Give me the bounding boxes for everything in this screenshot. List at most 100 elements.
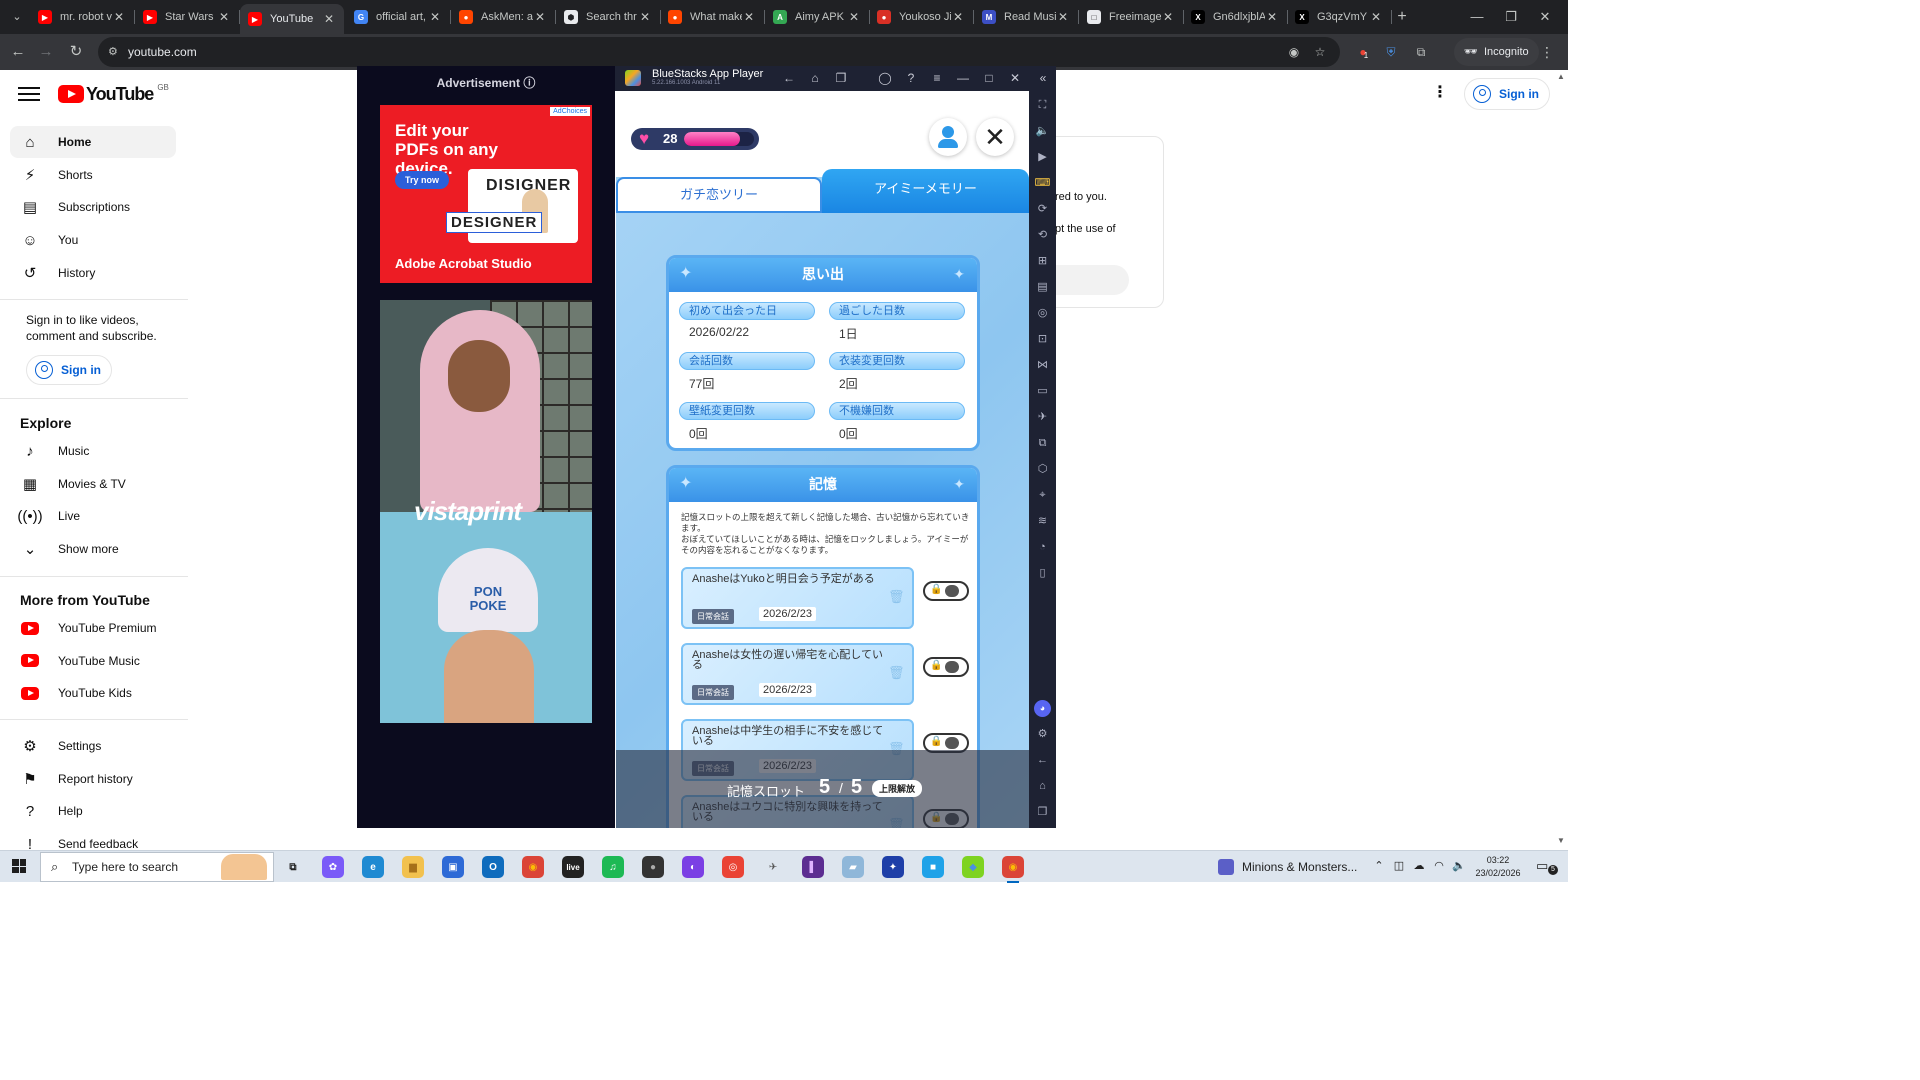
apk-icon[interactable]: ⊞	[1034, 253, 1051, 270]
taskbar-search[interactable]: ⌕ Type here to search	[40, 852, 274, 882]
tracking-protection-icon[interactable]: ◉	[1286, 44, 1302, 60]
sidebar-item-youtube-kids[interactable]: YouTube Kids	[10, 677, 176, 709]
tray-overflow-icon[interactable]: ⌃	[1372, 859, 1386, 872]
app-sky-icon[interactable]: ■	[922, 856, 944, 878]
trash-icon[interactable]: 🗑	[888, 665, 905, 681]
window-close-button[interactable]: ✕	[1522, 0, 1568, 34]
tab-close-icon[interactable]: ✕	[1056, 10, 1070, 24]
profile-button[interactable]	[929, 118, 967, 156]
close-icon[interactable]: ✕	[1007, 70, 1023, 86]
sidebar-toggle-icon[interactable]: ▯	[1034, 565, 1051, 582]
browser-tab[interactable]: ● Youkoso Ji ✕	[869, 4, 974, 30]
tab-close-icon[interactable]: ✕	[1161, 10, 1175, 24]
notification-center-icon[interactable]: ▭	[1536, 858, 1548, 874]
sidebar-item-history[interactable]: ↺ History	[10, 257, 176, 289]
sidebar-item-help[interactable]: ? Help	[10, 795, 176, 827]
chrome-icon[interactable]: ◉	[522, 856, 544, 878]
help-icon[interactable]: ?	[903, 70, 919, 86]
adchoices-badge[interactable]: AdChoices	[550, 107, 590, 116]
apk-install-icon[interactable]: ▤	[1034, 279, 1051, 296]
sidebar-item-live[interactable]: ((•)) Live	[10, 500, 176, 532]
memory-item[interactable]: AnasheはYukoと明日会う予定がある 日常会話 2026/2/23 🗑	[681, 567, 914, 629]
app-purple-icon[interactable]: ◐	[682, 856, 704, 878]
forward-button[interactable]: →	[34, 40, 58, 64]
collapse-sidebar-icon[interactable]: «	[1035, 70, 1051, 86]
eco-mode-icon[interactable]: ⬡	[1034, 461, 1051, 478]
multi-instance-icon[interactable]: ⧉	[1034, 435, 1051, 452]
discord-icon[interactable]: ◕	[1034, 700, 1051, 717]
sidebar-item-settings[interactable]: ⚙ Settings	[10, 730, 176, 762]
memory-lock-toggle[interactable]: 🔒	[923, 581, 969, 601]
tab-close-icon[interactable]: ✕	[1265, 10, 1279, 24]
guide-menu-icon[interactable]	[18, 84, 40, 104]
chrome-menu-icon[interactable]: ⋮	[1540, 43, 1554, 61]
sidebar-item-movies-tv[interactable]: ▦ Movies & TV	[10, 468, 176, 500]
trash-icon[interactable]: 🗑	[888, 589, 905, 605]
browser-tab[interactable]: Gofficial art, ✕	[346, 4, 451, 30]
chrome-active-icon[interactable]: ◉	[1002, 856, 1024, 883]
browser-tab[interactable]: X G3qzVmY ✕	[1287, 4, 1392, 30]
performance-icon[interactable]: ◔	[1034, 539, 1051, 556]
tab-close-icon[interactable]: ✕	[217, 10, 231, 24]
tab-close-icon[interactable]: ✕	[742, 10, 756, 24]
browser-tab[interactable]: ● What make ✕	[660, 4, 765, 30]
address-bar[interactable]: ⚙ youtube.com ◉ ☆	[98, 37, 1340, 67]
tab-close-icon[interactable]: ✕	[428, 10, 442, 24]
sidebar-item-you[interactable]: ☺ You	[10, 224, 176, 256]
tab-close-icon[interactable]: ✕	[1369, 10, 1383, 24]
app-figure-icon[interactable]: ✈	[762, 856, 784, 878]
sidebar-item-subscriptions[interactable]: ▤ Subscriptions	[10, 191, 176, 223]
sidebar-sign-in-button[interactable]: Sign in	[26, 355, 112, 385]
browser-tab[interactable]: X Gn6dlxjblA ✕	[1183, 4, 1288, 30]
settings-icon[interactable]: ⚙	[1034, 726, 1051, 743]
location-icon[interactable]: ⌖	[1034, 487, 1051, 504]
vpn-shield-icon[interactable]: ⛨	[1382, 43, 1400, 61]
tab-search-button[interactable]: ⌄	[6, 6, 28, 28]
sidebar-item-shorts[interactable]: ⚡ Shorts	[10, 159, 176, 191]
start-button[interactable]	[12, 859, 26, 873]
recent-apps-icon[interactable]: ❐	[833, 70, 849, 86]
screenshot-icon[interactable]: ◎	[1034, 305, 1051, 322]
media-widget[interactable]: Minions & Monsters...	[1218, 859, 1357, 875]
minimize-icon[interactable]: —	[955, 70, 971, 86]
task-view-icon[interactable]: ⧉	[282, 856, 304, 878]
tab-close-icon[interactable]: ✕	[847, 10, 861, 24]
wifi-icon[interactable]: ◠	[1432, 859, 1446, 872]
browser-tab[interactable]: ● AskMen: a ✕	[451, 4, 556, 30]
android-home-icon[interactable]: ⌂	[1034, 778, 1051, 795]
volume-icon[interactable]: 🔈	[1452, 859, 1466, 872]
media-icon[interactable]: ▶	[1034, 149, 1051, 166]
game-close-button[interactable]: ✕	[976, 118, 1014, 156]
airplane-icon[interactable]: ✈	[1034, 409, 1051, 426]
scroll-up-arrow[interactable]: ▲	[1557, 72, 1565, 81]
keyboard-icon[interactable]: ⌨	[1034, 175, 1051, 192]
browser-tab[interactable]: □ Freeimage ✕	[1079, 4, 1184, 30]
reload-button[interactable]: ↻	[64, 40, 88, 64]
spotify-icon[interactable]: ♫	[602, 856, 624, 878]
app-dark-icon[interactable]: ●	[642, 856, 664, 878]
memory-lock-toggle[interactable]: 🔒	[923, 657, 969, 677]
browser-tab[interactable]: M Read Musi ✕	[974, 4, 1079, 30]
account-icon[interactable]: ◯	[877, 70, 893, 86]
app-notepad-icon[interactable]: ▰	[842, 856, 864, 878]
browser-tab[interactable]: ▶ Star Wars I ✕	[135, 4, 240, 30]
copilot-icon[interactable]: ✿	[322, 856, 344, 878]
incognito-indicator[interactable]: 🕶 Incognito	[1454, 38, 1539, 66]
onedrive-icon[interactable]: ☁	[1412, 859, 1426, 872]
explorer-icon[interactable]: ▆	[402, 856, 424, 878]
sidebar-item-youtube-music[interactable]: YouTube Music	[10, 645, 176, 677]
scroll-down-arrow[interactable]: ▼	[1557, 836, 1565, 845]
new-tab-button[interactable]: +	[1392, 6, 1412, 28]
tab-close-icon[interactable]: ✕	[322, 12, 336, 26]
menu-icon[interactable]: ≡	[929, 70, 945, 86]
bluestacks-icon[interactable]: ◆	[962, 856, 984, 878]
tab-close-icon[interactable]: ✕	[951, 10, 965, 24]
sync-icon[interactable]: ⟲	[1034, 227, 1051, 244]
browser-tab[interactable]: ▶ mr. robot v ✕	[30, 4, 135, 30]
macro-icon[interactable]: ⋈	[1034, 357, 1051, 374]
maximize-icon[interactable]: □	[981, 70, 997, 86]
meet-now-icon[interactable]: ◫	[1392, 859, 1406, 872]
sidebar-item-report-history[interactable]: ⚑ Report history	[10, 763, 176, 795]
browser-tab[interactable]: ⬢ Search thr ✕	[556, 4, 661, 30]
outlook-icon[interactable]: O	[482, 856, 504, 878]
